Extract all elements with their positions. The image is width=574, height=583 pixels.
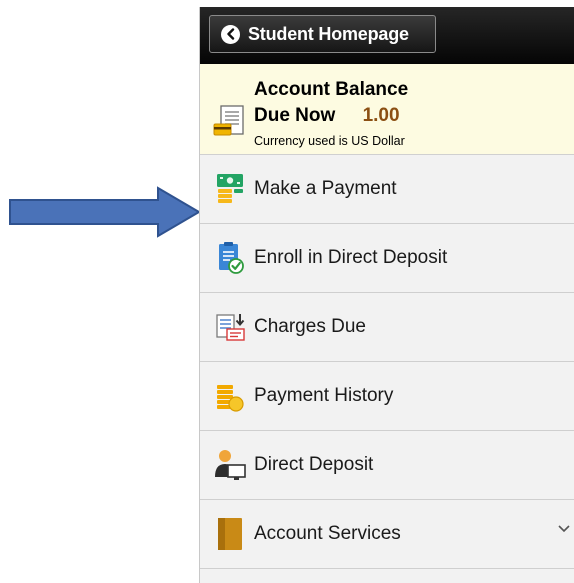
charges-icon [216, 314, 245, 341]
menu-item-direct-deposit[interactable]: Direct Deposit [200, 431, 574, 500]
student-homepage-label: Student Homepage [248, 23, 409, 44]
coins-icon [217, 385, 244, 412]
enroll-deposit-icon [219, 242, 244, 274]
financials-menu: Make a Payment Enroll in Direct Deposit [200, 155, 574, 569]
menu-item-make-a-payment[interactable]: Make a Payment [200, 155, 574, 224]
menu-item-charges-due[interactable]: Charges Due [200, 293, 574, 362]
back-arrow-icon [221, 24, 240, 44]
menu-item-payment-history[interactable]: Payment History [200, 362, 574, 431]
account-balance-icon [213, 105, 244, 136]
student-homepage-button[interactable]: Student Homepage [209, 15, 436, 53]
account-balance-title: Account Balance [254, 79, 409, 100]
student-financials-sidebar: Student Homepage Account Balance Due Now… [199, 7, 574, 583]
menu-item-label: Direct Deposit [254, 454, 374, 475]
due-now-amount: 1.00 [362, 105, 400, 126]
due-now-row: Due Now 1.00 [254, 105, 400, 127]
direct-deposit-icon [215, 450, 246, 480]
annotation-arrow [9, 186, 201, 238]
header-bar: Student Homepage [200, 7, 574, 64]
menu-item-enroll-direct-deposit[interactable]: Enroll in Direct Deposit [200, 224, 574, 293]
payment-icon [217, 174, 243, 203]
folder-icon [218, 518, 242, 550]
menu-item-account-services[interactable]: Account Services [200, 500, 574, 569]
currency-note: Currency used is US Dollar [254, 134, 405, 148]
menu-item-label: Charges Due [254, 316, 366, 337]
menu-item-label: Enroll in Direct Deposit [254, 247, 448, 268]
menu-item-label: Payment History [254, 385, 394, 406]
account-balance-tile[interactable]: Account Balance Due Now 1.00 Currency us… [200, 64, 574, 155]
menu-item-label: Account Services [254, 523, 401, 544]
menu-item-label: Make a Payment [254, 178, 397, 199]
chevron-down-icon[interactable] [557, 524, 571, 534]
due-now-label: Due Now [254, 105, 336, 126]
